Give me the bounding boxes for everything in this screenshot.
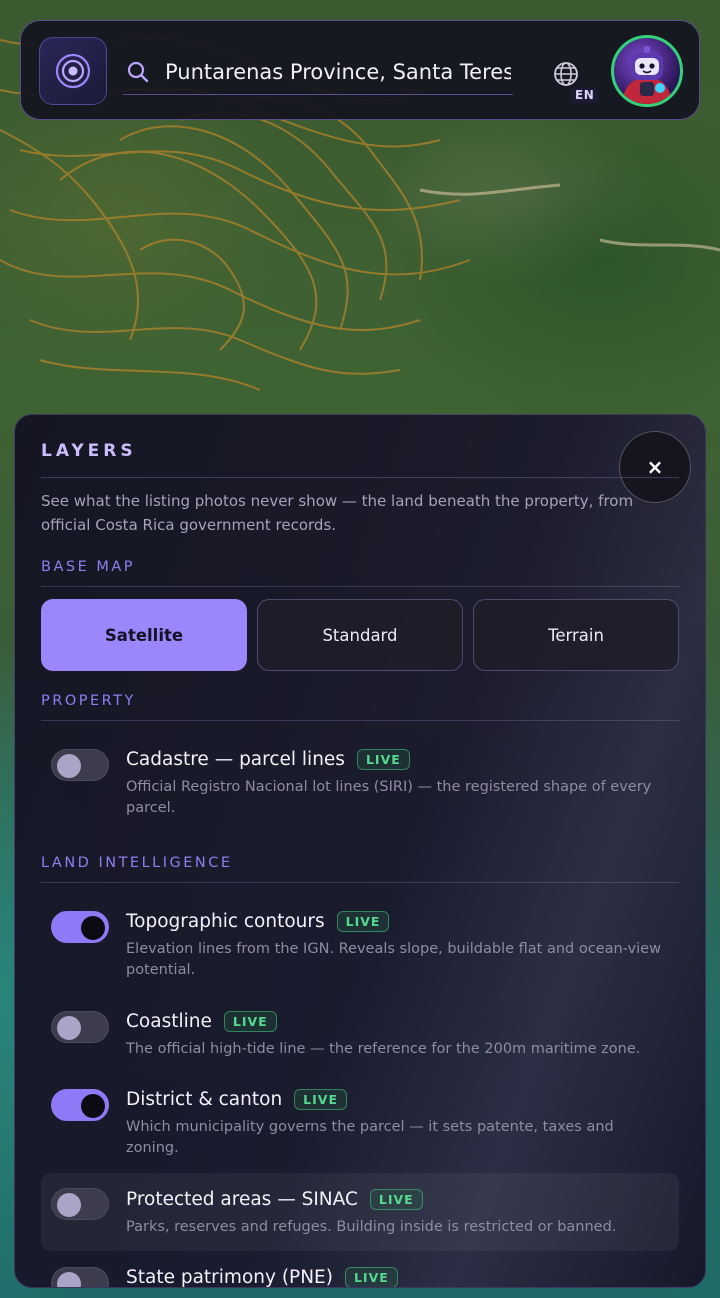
- layer-description: Official Registro Nacional lot lines (SI…: [126, 779, 652, 816]
- layer-row-protected-areas[interactable]: Protected areas — SINAC LIVE Parks, rese…: [41, 1173, 679, 1251]
- coastline-toggle[interactable]: [51, 1011, 109, 1043]
- layer-description: The official high-tide line — the refere…: [126, 1041, 641, 1057]
- divider: [41, 586, 679, 587]
- radar-logo-icon: [55, 53, 91, 89]
- layer-name: District & canton: [126, 1089, 283, 1110]
- layer-name: Cadastre — parcel lines: [126, 749, 345, 770]
- section-label-property: PROPERTY: [41, 693, 136, 709]
- location-search: [123, 49, 513, 95]
- layer-description: Parks, reserves and refuges. Building in…: [126, 1219, 617, 1235]
- section-label-base-map: BASE MAP: [41, 559, 136, 575]
- state-patrimony-toggle[interactable]: [51, 1267, 109, 1287]
- robot-avatar-icon: [622, 46, 672, 104]
- live-badge: LIVE: [223, 1011, 277, 1032]
- layer-name: Protected areas — SINAC: [126, 1189, 358, 1210]
- panel-title: LAYERS: [41, 441, 137, 461]
- language-code-badge: EN: [571, 87, 599, 103]
- search-icon: [127, 61, 151, 83]
- close-icon: ×: [646, 455, 664, 479]
- layer-description: Which municipality governs the parcel — …: [126, 1119, 614, 1156]
- layer-name: State patrimony (PNE): [126, 1267, 333, 1288]
- panel-description: See what the listing photos never show —…: [41, 492, 634, 534]
- layers-panel: LAYERS × See what the listing photos nev…: [14, 414, 706, 1288]
- basemap-terrain-button[interactable]: Terrain: [473, 599, 679, 671]
- search-input[interactable]: [165, 59, 511, 84]
- live-badge: LIVE: [336, 911, 390, 932]
- live-badge: LIVE: [369, 1189, 423, 1210]
- layer-row-cadastre[interactable]: Cadastre — parcel lines LIVE Official Re…: [41, 749, 679, 823]
- user-avatar[interactable]: [611, 35, 683, 107]
- cadastre-toggle[interactable]: [51, 749, 109, 781]
- language-globe-button[interactable]: [551, 59, 581, 89]
- district-canton-toggle[interactable]: [51, 1089, 109, 1121]
- live-badge: LIVE: [356, 749, 410, 770]
- basemap-satellite-button[interactable]: Satellite: [41, 599, 247, 671]
- globe-icon: [554, 62, 578, 86]
- layer-description: Elevation lines from the IGN. Reveals sl…: [126, 941, 661, 978]
- topographic-contours-toggle[interactable]: [51, 911, 109, 943]
- layer-name: Topographic contours: [126, 911, 325, 932]
- layer-row-state-patrimony[interactable]: State patrimony (PNE) LIVE: [41, 1267, 679, 1288]
- layer-row-district-canton[interactable]: District & canton LIVE Which municipalit…: [41, 1089, 679, 1163]
- layer-row-topographic-contours[interactable]: Topographic contours LIVE Elevation line…: [41, 911, 679, 985]
- divider: [41, 720, 679, 721]
- divider: [41, 882, 679, 883]
- layer-name: Coastline: [126, 1011, 212, 1032]
- basemap-standard-button[interactable]: Standard: [257, 599, 463, 671]
- live-badge: LIVE: [294, 1089, 348, 1110]
- protected-areas-toggle[interactable]: [51, 1188, 109, 1220]
- layer-row-coastline[interactable]: Coastline LIVE The official high-tide li…: [41, 1011, 679, 1065]
- section-label-land-intelligence: LAND INTELLIGENCE: [41, 855, 233, 871]
- divider: [41, 477, 679, 478]
- live-badge: LIVE: [344, 1267, 398, 1287]
- app-logo-button[interactable]: [39, 37, 107, 105]
- top-search-bar: EN: [20, 20, 700, 120]
